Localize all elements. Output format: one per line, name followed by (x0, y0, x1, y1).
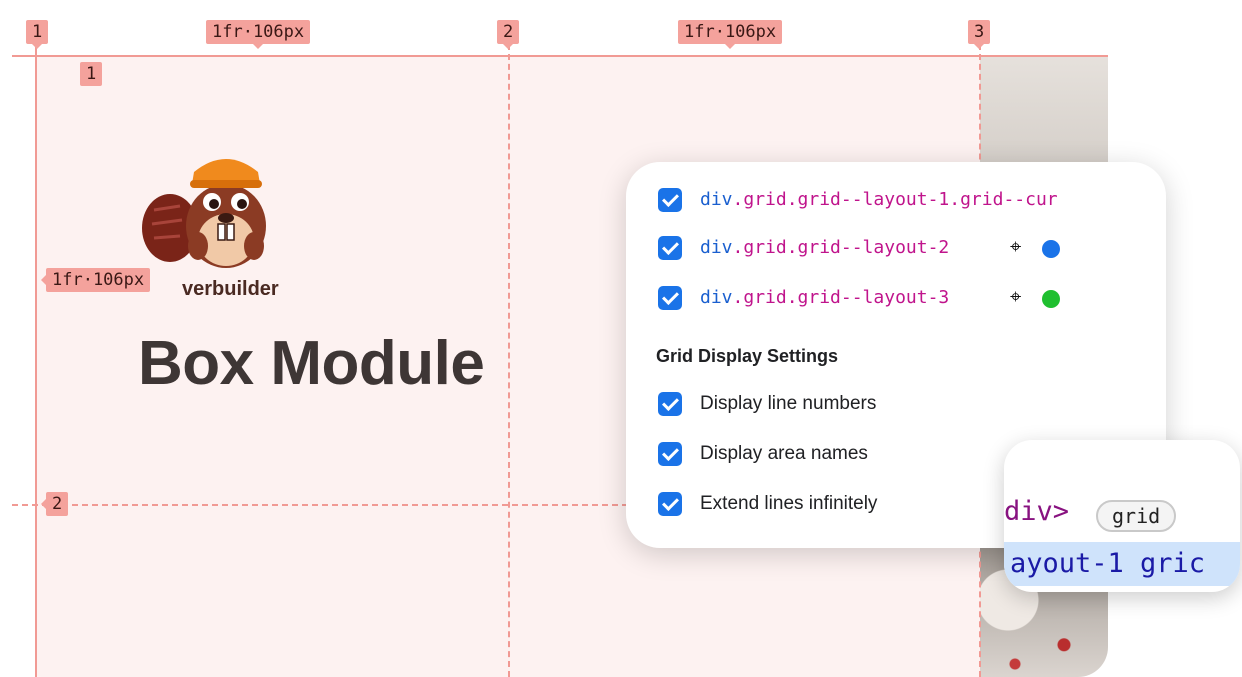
crosshair-icon[interactable]: ⌖ (1010, 286, 1021, 308)
grid-1-label: div.grid.grid--layout-1.grid--cur (700, 189, 1058, 210)
column-track-size-2: 1fr·106px (678, 20, 783, 49)
column-track-size-1: 1fr·106px (206, 20, 311, 49)
grid-3-checkbox[interactable] (658, 286, 682, 310)
beaver-logo-icon (142, 159, 266, 268)
grid-column-line-2 (508, 44, 510, 677)
area-names-label: Display area names (700, 443, 868, 464)
row-track-size-1: 1fr·106px (40, 268, 151, 292)
column-line-number-3: 3 (968, 20, 991, 49)
line-numbers-checkbox[interactable] (658, 392, 682, 416)
row-line-number-1: 1 (80, 62, 103, 86)
row-line-number-2: 2 (40, 492, 69, 516)
settings-heading: Grid Display Settings (656, 346, 839, 366)
extend-lines-checkbox[interactable] (658, 492, 682, 516)
grid-2-checkbox[interactable] (658, 236, 682, 260)
elements-code-panel: div> grid ayout-1 gric (1004, 440, 1240, 592)
grid-column-line-1 (35, 44, 37, 677)
logo-wordmark: verbuilder (182, 278, 279, 300)
grid-3-label: div.grid.grid--layout-3 (700, 287, 950, 308)
area-names-checkbox[interactable] (658, 442, 682, 466)
line-numbers-label: Display line numbers (700, 393, 877, 414)
grid-badge[interactable]: grid (1096, 500, 1177, 532)
column-line-number-1: 1 (26, 20, 49, 49)
code-selected-line[interactable]: ayout-1 gric (1004, 542, 1240, 586)
grid-2-color-swatch[interactable] (1042, 240, 1060, 258)
crosshair-icon[interactable]: ⌖ (1010, 236, 1021, 258)
grid-1-checkbox[interactable] (658, 188, 682, 212)
grid-row-line-1 (12, 55, 1108, 57)
extend-lines-label: Extend lines infinitely (700, 493, 878, 514)
page-title: Box Module (138, 329, 485, 398)
grid-3-color-swatch[interactable] (1042, 290, 1060, 308)
code-tag-text: div> (1004, 496, 1070, 527)
grid-2-label: div.grid.grid--layout-2 (700, 237, 950, 258)
column-line-number-2: 2 (497, 20, 520, 49)
